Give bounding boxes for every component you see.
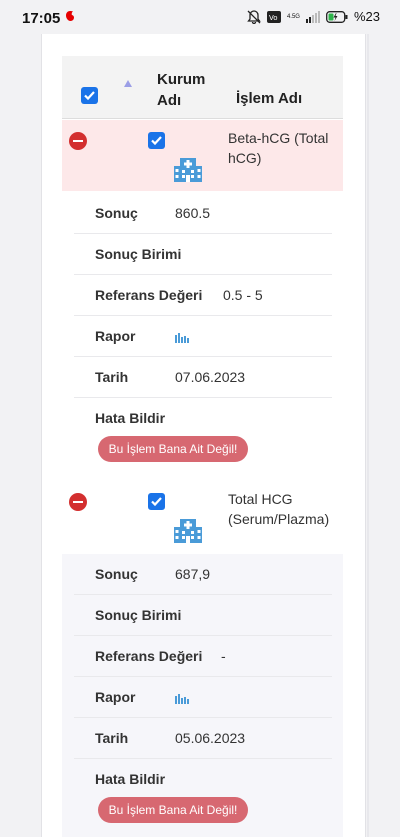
divider [74,274,332,275]
detail-value-referans: 0.5 - 5 [223,287,263,303]
divider [74,594,332,595]
procedure-name-line2: hCG) [228,150,262,166]
procedure-name-line1: Total HCG [228,491,293,507]
divider [74,315,332,316]
detail-label-birim: Sonuç Birimi [95,607,182,623]
status-time: 17:05 [22,10,61,27]
detail-label-referans: Referans Değeri [95,648,203,664]
status-icons: Vo 4.5G %23 [247,9,380,24]
status-bar: 17:05 Vo 4.5G %23 [0,0,400,34]
report-chart-icon[interactable] [175,692,189,704]
network-type: 4.5G [286,13,300,20]
procedure-name: Total HCG (Serum/Plazma) [228,489,329,529]
detail-value-referans: - [221,648,226,664]
divider [74,233,332,234]
select-all-checkbox[interactable] [81,87,98,104]
detail-label-sonuc: Sonuç [95,566,138,582]
collapse-row-icon[interactable] [69,132,87,150]
divider [74,635,332,636]
column-header-kurum[interactable]: Kurum Adı [157,69,205,111]
divider [74,676,332,677]
report-chart-icon[interactable] [175,331,189,343]
detail-label-sonuc: Sonuç [95,205,138,221]
detail-label-tarih: Tarih [95,369,129,385]
divider [74,717,332,718]
check-icon [151,497,162,507]
divider [74,397,332,398]
battery-percent: %23 [353,9,380,24]
mute-bell-icon [247,9,261,24]
svg-text:Vo: Vo [269,14,278,22]
sort-asc-icon[interactable] [124,80,132,87]
divider [74,356,332,357]
row-checkbox[interactable] [148,132,165,149]
detail-label-rapor: Rapor [95,689,136,705]
battery-icon [326,10,348,23]
divider [74,758,332,759]
signal-icon [305,10,320,23]
collapse-row-icon[interactable] [69,493,87,511]
detail-label-hata: Hata Bildir [95,771,166,787]
report-error-button[interactable]: Bu İşlem Bana Ait Değil! [98,436,248,462]
page-edge [367,34,369,837]
detail-label-hata: Hata Bildir [95,410,166,426]
detail-label-birim: Sonuç Birimi [95,246,182,262]
detail-label-rapor: Rapor [95,328,136,344]
column-header-kurum-line1: Kurum [157,71,206,88]
check-icon [151,136,162,146]
row-checkbox[interactable] [148,493,165,510]
column-header-kurum-line2: Adı [157,92,182,109]
detail-value-sonuc: 860.5 [175,205,211,221]
detail-value-sonuc: 687,9 [175,566,211,582]
report-error-button[interactable]: Bu İşlem Bana Ait Değil! [98,797,248,823]
procedure-name-line1: Beta-hCG (Total [228,130,329,146]
column-header-islem[interactable]: İşlem Adı [236,90,302,107]
detail-label-tarih: Tarih [95,730,129,746]
check-icon [84,91,95,101]
hospital-icon [174,158,202,182]
procedure-name-line2: (Serum/Plazma) [228,511,330,527]
volte-icon: Vo [266,10,281,23]
hospital-icon [174,519,202,543]
row-details: Sonuç 687,9 Sonuç Birimi Referans Değeri… [62,554,343,837]
procession-name: Beta-hCG (Total hCG) [228,128,328,168]
row-details: Sonuç 860.5 Sonuç Birimi Referans Değeri… [62,191,343,482]
vodafone-icon [66,11,74,21]
detail-value-tarih: 07.06.2023 [175,369,246,385]
detail-label-referans: Referans Değeri [95,287,203,303]
detail-value-tarih: 05.06.2023 [175,730,246,746]
